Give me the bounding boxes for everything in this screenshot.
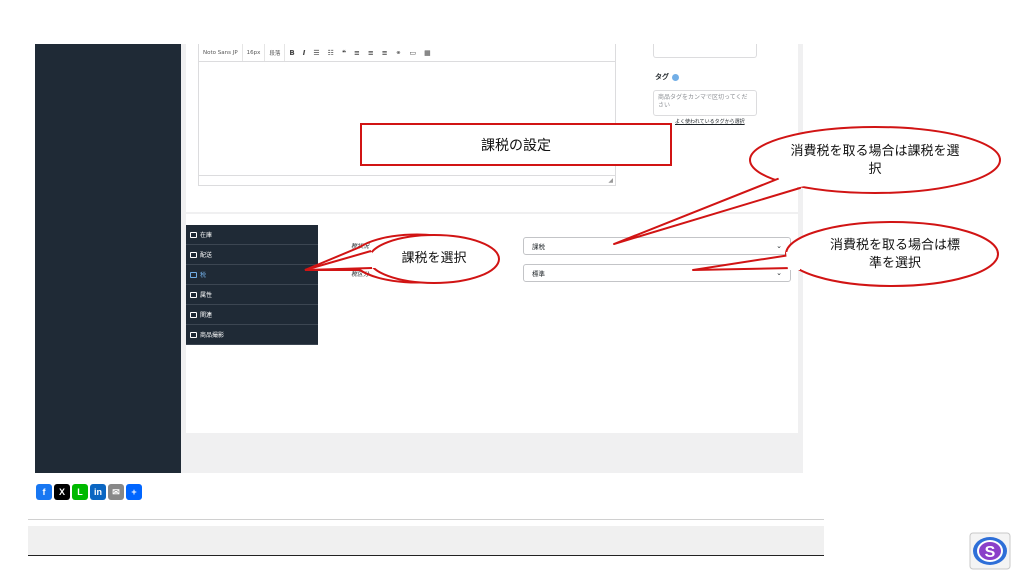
- plus-glyph: +: [131, 487, 137, 497]
- x-icon[interactable]: X: [54, 484, 70, 500]
- logo-letter: S: [985, 544, 996, 561]
- linkedin-glyph: in: [94, 487, 102, 497]
- footer-band: [28, 526, 824, 556]
- callout-class-tail: [692, 254, 793, 271]
- callout-select-text: 課税を選択: [401, 251, 467, 267]
- share-bar: f X L in ✉ +: [36, 484, 142, 500]
- facebook-glyph: f: [42, 487, 46, 497]
- x-glyph: X: [58, 487, 65, 497]
- page: Noto Sans JP 16px 段落 B I ☰ ☷ ❝ ≡ ≡ ≡ ⚭ ▭…: [0, 0, 1024, 576]
- linkedin-icon[interactable]: in: [90, 484, 106, 500]
- facebook-icon[interactable]: f: [36, 484, 52, 500]
- callout-status-text: 消費税を取る場合は課税を選択: [790, 144, 960, 177]
- callout-status-tail: [613, 177, 801, 245]
- line-glyph: L: [77, 487, 83, 497]
- plus-icon[interactable]: +: [126, 484, 142, 500]
- email-glyph: ✉: [112, 486, 120, 497]
- email-icon[interactable]: ✉: [108, 484, 124, 500]
- title-annotation-box: 課税の設定: [360, 123, 672, 166]
- callout-class-patch: [786, 252, 800, 270]
- annotation-overlay: [304, 126, 1001, 287]
- footer-divider: [28, 519, 824, 520]
- site-logo: S: [969, 532, 1011, 570]
- line-icon[interactable]: L: [72, 484, 88, 500]
- callout-class-text: 消費税を取る場合は標準を選択: [829, 238, 960, 271]
